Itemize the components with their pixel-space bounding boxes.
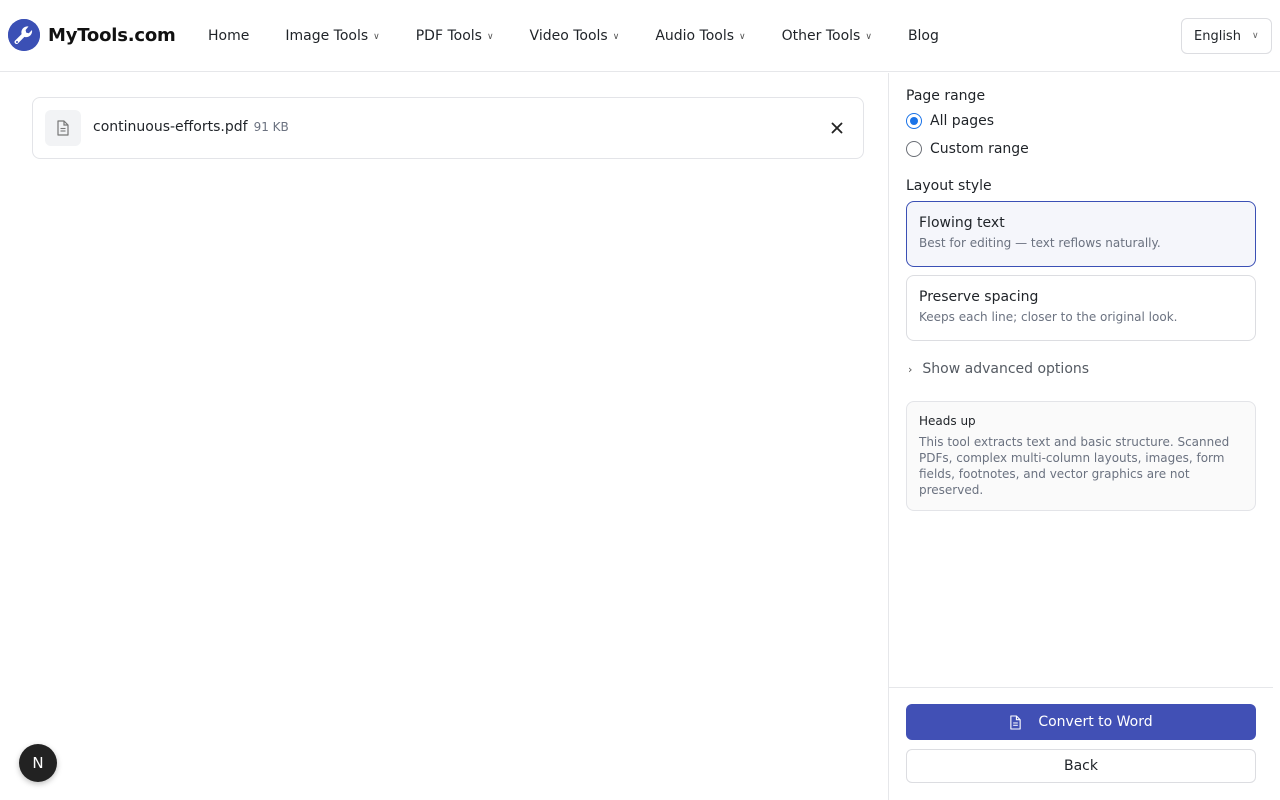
nav-image-tools[interactable]: Image Tools ∨ — [285, 28, 379, 44]
back-button[interactable]: Back — [906, 749, 1256, 783]
layout-option-description: Best for editing — text reflows naturall… — [919, 236, 1161, 250]
nav-blog[interactable]: Blog — [908, 28, 939, 44]
radio-custom-range[interactable]: Custom range — [906, 141, 1029, 157]
convert-to-word-button[interactable]: Convert to Word — [906, 704, 1256, 740]
layout-option-description: Keeps each line; closer to the original … — [919, 310, 1178, 324]
footer-divider — [889, 687, 1273, 688]
site-name: MyTools.com — [48, 24, 176, 46]
chevron-down-icon: ∨ — [1251, 31, 1259, 41]
n-badge-letter: N — [32, 754, 44, 772]
heads-up-note: Heads up This tool extracts text and bas… — [906, 401, 1256, 511]
top-header: MyTools.com Home Image Tools ∨ PDF Tools… — [0, 0, 1280, 72]
language-label: English — [1194, 28, 1241, 44]
chevron-down-icon: ∨ — [865, 32, 872, 42]
main-nav: Home Image Tools ∨ PDF Tools ∨ Video Too… — [208, 0, 939, 72]
nav-audio-tools[interactable]: Audio Tools ∨ — [655, 28, 745, 44]
nav-other-tools[interactable]: Other Tools ∨ — [782, 28, 872, 44]
nav-audio-tools-label: Audio Tools — [655, 28, 735, 44]
layout-option-preserve-spacing[interactable]: Preserve spacing Keeps each line; closer… — [906, 275, 1256, 341]
nav-home-label: Home — [208, 28, 250, 44]
nav-home[interactable]: Home — [208, 28, 249, 44]
note-title: Heads up — [919, 414, 976, 428]
close-icon — [831, 122, 843, 134]
radio-button[interactable] — [906, 141, 922, 157]
layout-option-title: Flowing text — [919, 215, 1005, 231]
radio-all-pages[interactable]: All pages — [906, 113, 994, 129]
nav-other-tools-label: Other Tools — [781, 28, 861, 44]
nav-video-tools[interactable]: Video Tools ∨ — [530, 28, 620, 44]
file-name: continuous-efforts.pdf — [93, 119, 248, 135]
nav-video-tools-label: Video Tools — [529, 28, 608, 44]
nav-pdf-tools-label: PDF Tools — [415, 28, 482, 44]
radio-all-pages-label: All pages — [930, 113, 995, 129]
language-select[interactable]: English ∨ — [1181, 18, 1272, 54]
uploaded-file-card: continuous-efforts.pdf 91 KB — [32, 97, 864, 159]
chevron-right-icon: › — [908, 362, 913, 376]
nav-image-tools-label: Image Tools — [285, 28, 369, 44]
file-name-row: continuous-efforts.pdf 91 KB — [93, 119, 289, 135]
site-logo[interactable]: MyTools.com — [8, 19, 176, 51]
document-icon — [45, 110, 81, 146]
chevron-down-icon: ∨ — [486, 32, 494, 42]
file-size: 91 KB — [253, 120, 289, 134]
chevron-down-icon: ∨ — [739, 32, 746, 42]
note-body: This tool extracts text and basic struct… — [919, 435, 1230, 497]
page-range-label: Page range — [906, 88, 986, 104]
convert-to-word-label: Convert to Word — [1038, 714, 1153, 730]
layout-style-label: Layout style — [906, 178, 992, 194]
show-advanced-options-toggle[interactable]: › Show advanced options — [908, 361, 1089, 377]
back-label: Back — [1064, 758, 1098, 774]
chevron-down-icon: ∨ — [373, 32, 380, 42]
wrench-logo-icon — [8, 19, 40, 51]
chevron-down-icon: ∨ — [612, 32, 620, 42]
remove-file-button[interactable] — [829, 120, 845, 136]
document-icon — [1009, 714, 1022, 730]
options-sidebar: Page range All pages Custom range Layout… — [888, 73, 1273, 800]
radio-custom-range-label: Custom range — [930, 141, 1029, 157]
show-advanced-options-label: Show advanced options — [922, 361, 1090, 377]
layout-option-flowing-text[interactable]: Flowing text Best for editing — text ref… — [906, 201, 1256, 267]
radio-button-checked[interactable] — [906, 113, 922, 129]
n-badge[interactable]: N — [19, 744, 57, 782]
nav-pdf-tools[interactable]: PDF Tools ∨ — [416, 28, 494, 44]
layout-option-title: Preserve spacing — [919, 289, 1039, 305]
nav-blog-label: Blog — [907, 28, 939, 44]
